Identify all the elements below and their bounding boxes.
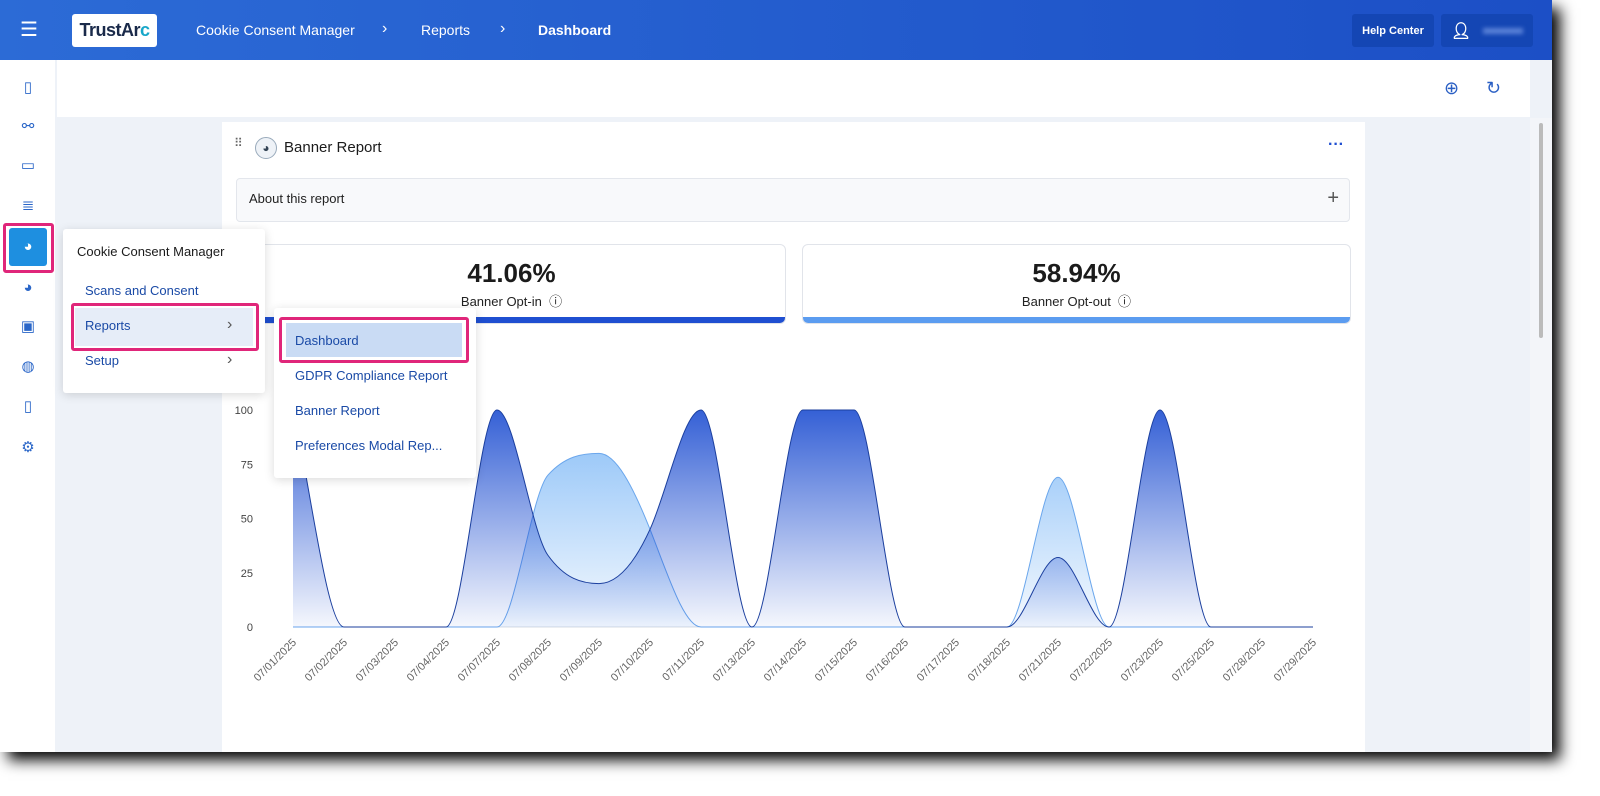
menu-item-setup[interactable]: Setup › <box>75 349 253 377</box>
x-tick-label: 07/09/2025 <box>558 637 605 684</box>
x-tick-label: 07/15/2025 <box>813 637 860 684</box>
y-tick-label: 75 <box>241 459 253 471</box>
menu-label: Setup <box>85 353 119 368</box>
x-tick-label: 07/29/2025 <box>1272 637 1319 684</box>
x-tick-label: 07/10/2025 <box>609 637 656 684</box>
y-tick-label: 50 <box>241 514 253 526</box>
y-tick-label: 100 <box>235 405 253 417</box>
x-tick-label: 07/01/2025 <box>252 637 299 684</box>
x-tick-label: 07/07/2025 <box>456 637 503 684</box>
x-tick-label: 07/21/2025 <box>1017 637 1064 684</box>
x-tick-label: 07/08/2025 <box>507 637 554 684</box>
cookie-consent-flyout: Cookie Consent Manager Scans and Consent… <box>63 229 265 393</box>
reports-submenu: Dashboard GDPR Compliance Report Banner … <box>274 308 476 478</box>
y-tick-label: 25 <box>241 568 253 580</box>
x-tick-label: 07/14/2025 <box>762 637 809 684</box>
x-tick-label: 07/28/2025 <box>1221 637 1268 684</box>
x-tick-label: 07/17/2025 <box>915 637 962 684</box>
x-tick-label: 07/18/2025 <box>966 637 1013 684</box>
highlight-box <box>71 303 259 351</box>
x-tick-label: 07/03/2025 <box>354 637 401 684</box>
x-tick-label: 07/16/2025 <box>864 637 911 684</box>
x-tick-label: 07/23/2025 <box>1119 637 1166 684</box>
x-tick-label: 07/13/2025 <box>711 637 758 684</box>
x-tick-label: 07/11/2025 <box>660 637 707 684</box>
submenu-item-banner-report[interactable]: Banner Report <box>295 403 380 418</box>
menu-item-scans-and-consent[interactable]: Scans and Consent <box>85 283 198 298</box>
flyout-title: Cookie Consent Manager <box>77 244 225 259</box>
y-tick-label: 0 <box>247 622 253 634</box>
x-tick-label: 07/25/2025 <box>1170 637 1217 684</box>
app-window: ☰ TrustAr c Cookie Consent Manager › Repo… <box>0 0 1552 752</box>
submenu-item-preferences-modal-report[interactable]: Preferences Modal Rep... <box>295 438 442 453</box>
chevron-right-icon: › <box>227 351 233 368</box>
highlight-box <box>279 317 469 363</box>
submenu-item-gdpr-compliance-report[interactable]: GDPR Compliance Report <box>295 368 447 383</box>
x-tick-label: 07/02/2025 <box>303 637 350 684</box>
x-tick-label: 07/04/2025 <box>405 637 452 684</box>
x-tick-label: 07/22/2025 <box>1068 637 1115 684</box>
